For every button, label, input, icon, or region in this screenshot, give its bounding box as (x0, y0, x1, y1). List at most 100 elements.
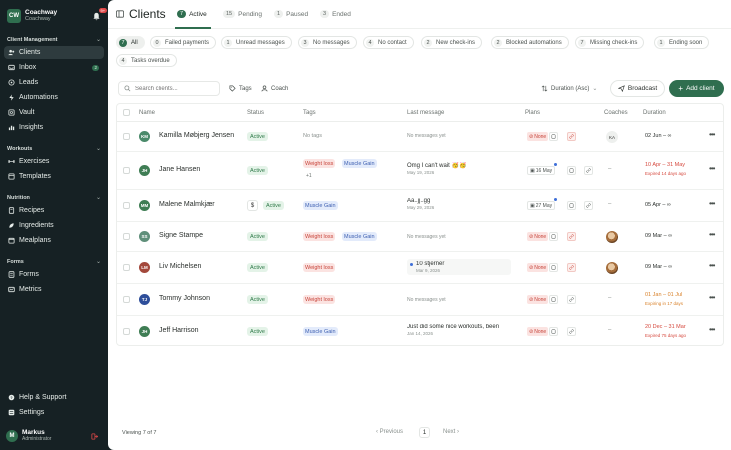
clipboard-icon[interactable] (549, 327, 558, 336)
column-header-plans[interactable]: Plans (525, 110, 540, 116)
column-header-duration[interactable]: Duration (643, 110, 666, 116)
clipboard-icon[interactable] (567, 166, 576, 175)
filter-no-contact[interactable]: 4 No contact (363, 36, 414, 49)
last-message[interactable]: No messages yet (407, 297, 511, 303)
sort-dropdown[interactable]: Duration (Asc) ⌄ (541, 81, 597, 96)
client-name[interactable]: Malene Malmkjær (159, 201, 215, 208)
more-options-icon[interactable]: ••• (709, 261, 715, 270)
table-row[interactable]: LM Liv Michelsen Active Weight loss 10 s… (117, 252, 723, 284)
sidebar-item-recipes[interactable]: Recipes (4, 204, 104, 217)
filter-tasks-overdue[interactable]: 4 Tasks overdue (116, 54, 177, 67)
table-row[interactable]: TJ Tommy Johnson Active Weight loss No m… (117, 284, 723, 316)
brand[interactable]: CW Coachway Coachway (7, 9, 57, 23)
sidebar-item-help[interactable]: ? Help & Support (4, 391, 104, 404)
link-icon[interactable] (567, 327, 576, 336)
clipboard-icon[interactable] (549, 132, 558, 141)
sidebar-item-settings[interactable]: Settings (4, 406, 104, 419)
tags-filter-button[interactable]: Tags (224, 81, 257, 96)
link-icon[interactable] (584, 166, 593, 175)
sidebar-item-leads[interactable]: Leads (4, 76, 104, 89)
column-header-status[interactable]: Status (247, 110, 264, 116)
table-row[interactable]: KM Kamilla Møbjerg Jensen Active No tags… (117, 123, 723, 152)
more-options-icon[interactable]: ••• (709, 293, 715, 302)
sidebar-item-insights[interactable]: Insights (4, 121, 104, 134)
sidebar-item-clients[interactable]: Clients (4, 46, 104, 59)
clipboard-icon[interactable] (549, 295, 558, 304)
link-icon[interactable] (567, 232, 576, 241)
row-checkbox[interactable] (123, 264, 130, 271)
tab-paused[interactable]: 1 Paused (274, 8, 308, 20)
filter-new-check-ins[interactable]: 2 New check-ins (421, 36, 483, 49)
last-message[interactable]: Omg I can't wait 🥳🥳 May 19, 2026 (407, 162, 511, 175)
filter-blocked-automations[interactable]: 2 Blocked automations (491, 36, 569, 49)
tag-muscle-gain[interactable]: Muscle Gain (303, 201, 338, 210)
sidebar-item-automations[interactable]: Automations (4, 91, 104, 104)
more-options-icon[interactable]: ••• (709, 325, 715, 334)
chevron-down-icon[interactable]: ⌄ (96, 36, 101, 43)
client-name[interactable]: Jeff Harrison (159, 327, 199, 334)
link-icon[interactable] (567, 295, 576, 304)
plan-date-badge[interactable]: ▣ 27 May (527, 201, 556, 210)
sidebar-item-metrics[interactable]: Metrics (4, 283, 104, 296)
tag-muscle-gain[interactable]: Muscle Gain (342, 159, 377, 168)
logout-icon[interactable] (91, 433, 98, 440)
chevron-down-icon[interactable]: ⌄ (96, 145, 101, 152)
plan-none-badge[interactable]: ⊘ None (527, 295, 549, 304)
filter-missing-check-ins[interactable]: 7 Missing check-ins (575, 36, 645, 49)
table-row[interactable]: JH Jeff Harrison Active Muscle Gain Just… (117, 316, 723, 347)
coach-filter-button[interactable]: Coach (256, 81, 293, 96)
search-input[interactable] (135, 85, 215, 92)
tag-muscle-gain[interactable]: Muscle Gain (342, 232, 377, 241)
payment-icon[interactable]: $ (247, 200, 258, 211)
row-checkbox[interactable] (123, 328, 130, 335)
plan-none-badge[interactable]: ⊘ None (527, 327, 549, 336)
add-client-button[interactable]: + Add client (669, 80, 724, 97)
plan-date-badge[interactable]: ▣ 16 May (527, 166, 556, 175)
last-message[interactable]: Aa..jj..gg May 29, 2026 (407, 198, 511, 210)
column-header-coaches[interactable]: Coaches (604, 110, 628, 116)
tag-weight-loss[interactable]: Weight loss (303, 159, 336, 168)
user-profile[interactable]: M Markus Administrator (6, 429, 51, 442)
sidebar-item-exercises[interactable]: Exercises (4, 155, 104, 168)
pagination-page[interactable]: 1 (419, 427, 430, 438)
link-icon[interactable] (567, 263, 576, 272)
tab-active[interactable]: 7 Active (177, 8, 207, 20)
clipboard-icon[interactable] (549, 232, 558, 241)
pagination-previous[interactable]: ‹ Previous (376, 429, 403, 435)
sidebar-item-vault[interactable]: Vault (4, 106, 104, 119)
tag-weight-loss[interactable]: Weight loss (303, 295, 336, 304)
plan-none-badge[interactable]: ⊘ None (527, 232, 549, 241)
table-row[interactable]: JH Jane Hansen Active Weight loss Muscle… (117, 152, 723, 190)
tag-weight-loss[interactable]: Weight loss (303, 232, 336, 241)
sidebar-item-templates[interactable]: Templates (4, 170, 104, 183)
column-header-last-message[interactable]: Last message (407, 110, 444, 116)
clipboard-icon[interactable] (549, 263, 558, 272)
filter-no-messages[interactable]: 3 No messages (298, 36, 357, 49)
more-options-icon[interactable]: ••• (709, 199, 715, 208)
tab-ended[interactable]: 3 Ended (320, 8, 351, 20)
tag-weight-loss[interactable]: Weight loss (303, 263, 336, 272)
select-all-checkbox[interactable] (123, 109, 130, 116)
search-box[interactable] (118, 81, 220, 96)
coach-avatar[interactable] (606, 231, 618, 243)
plan-none-badge[interactable]: ⊘ None (527, 263, 549, 272)
link-icon[interactable] (584, 201, 593, 210)
filter-all[interactable]: 7 All (116, 36, 145, 49)
last-message[interactable]: Just did some nice workouts, been Jan 14… (407, 324, 511, 336)
last-message[interactable]: No messages yet (407, 234, 511, 240)
client-name[interactable]: Tommy Johnson (159, 295, 210, 302)
sidebar-item-mealplans[interactable]: Mealplans (4, 234, 104, 247)
chevron-down-icon[interactable]: ⌄ (96, 194, 101, 201)
client-name[interactable]: Signe Stampe (159, 232, 203, 239)
filter-failed-payments[interactable]: 0 Failed payments (150, 36, 217, 49)
column-header-name[interactable]: Name (139, 110, 155, 116)
clipboard-icon[interactable] (567, 201, 576, 210)
client-name[interactable]: Kamilla Møbjerg Jensen (159, 132, 234, 139)
client-name[interactable]: Liv Michelsen (159, 263, 201, 270)
row-checkbox[interactable] (123, 202, 130, 209)
column-header-tags[interactable]: Tags (303, 110, 316, 116)
sidebar-item-forms[interactable]: Forms (4, 268, 104, 281)
more-options-icon[interactable]: ••• (709, 230, 715, 239)
plan-none-badge[interactable]: ⊘ None (527, 132, 549, 141)
filter-unread-messages[interactable]: 1 Unread messages (221, 36, 292, 49)
